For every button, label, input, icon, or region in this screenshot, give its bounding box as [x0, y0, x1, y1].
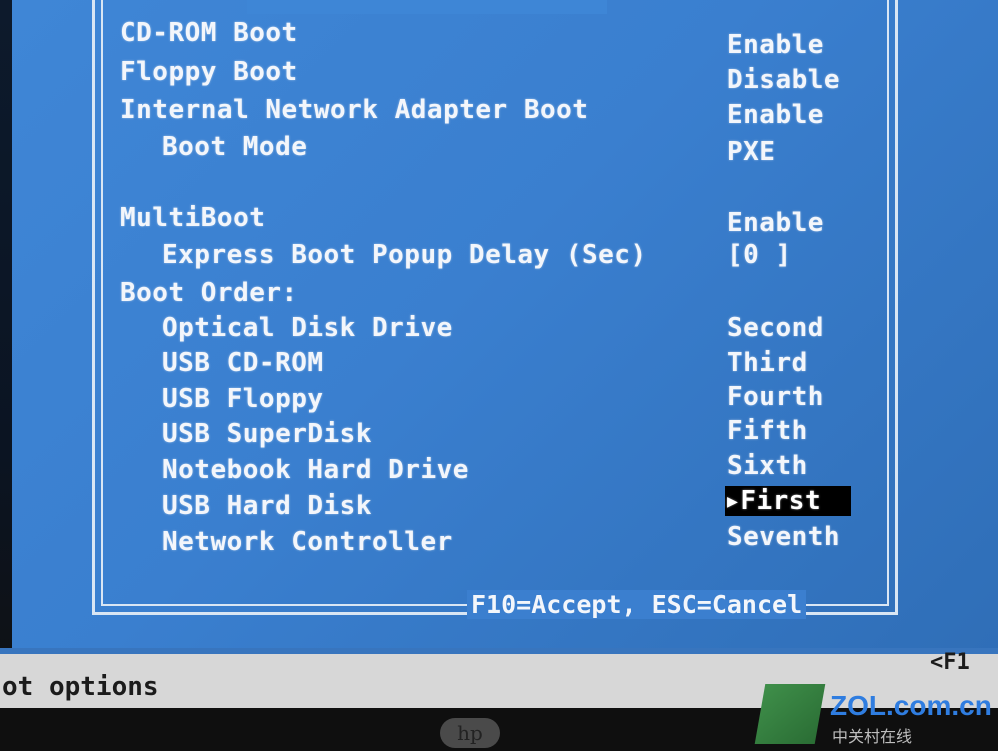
internal-network-adapter-boot-value[interactable]: Enable [727, 100, 824, 130]
network-controller-value[interactable]: Seventh [727, 522, 840, 552]
footer-keys-hint: F10=Accept, ESC=Cancel [467, 590, 807, 619]
boot-mode-value[interactable]: PXE [727, 137, 775, 167]
bios-screen: CD-ROM Boot Enable Floppy Boot Disable I… [12, 0, 998, 660]
usb-cdrom-label: USB CD-ROM [162, 348, 324, 378]
selection-arrow-icon: ▶ [727, 491, 739, 512]
cdrom-boot-value[interactable]: Enable [727, 30, 824, 60]
multiboot-label: MultiBoot [120, 203, 266, 233]
selected-value-highlight[interactable]: ▶First [725, 486, 852, 516]
internal-network-adapter-boot-label: Internal Network Adapter Boot [120, 95, 589, 125]
help-key-hint: <F1 [930, 650, 970, 675]
usb-floppy-value[interactable]: Fourth [727, 382, 824, 412]
zol-sub-text: 中关村在线 [832, 729, 913, 746]
usb-floppy-label: USB Floppy [162, 384, 324, 414]
network-controller-label: Network Controller [162, 527, 453, 557]
usb-hard-disk-value-text: First [740, 486, 822, 516]
zol-brand-text: ZOL.com.cn [830, 690, 992, 721]
usb-hard-disk-label: USB Hard Disk [162, 491, 372, 521]
zol-watermark: ZOL.com.cn 中关村在线 [754, 684, 998, 751]
hp-logo: hp [440, 718, 500, 748]
floppy-boot-value[interactable]: Disable [727, 65, 840, 95]
usb-cdrom-value[interactable]: Third [727, 348, 808, 378]
boot-order-heading: Boot Order: [120, 278, 298, 308]
express-boot-popup-delay-value[interactable]: [0 ] [727, 240, 792, 270]
floppy-boot-label: Floppy Boot [120, 57, 298, 87]
notebook-hard-drive-label: Notebook Hard Drive [162, 455, 469, 485]
notebook-hard-drive-value[interactable]: Sixth [727, 451, 808, 481]
zol-logo-icon [754, 684, 826, 744]
express-boot-popup-delay-label: Express Boot Popup Delay (Sec) [162, 240, 647, 270]
bios-top-obscured-text [247, 0, 607, 14]
usb-superdisk-label: USB SuperDisk [162, 419, 372, 449]
optical-disk-drive-label: Optical Disk Drive [162, 313, 453, 343]
optical-disk-drive-value[interactable]: Second [727, 313, 824, 343]
monitor-bezel: CD-ROM Boot Enable Floppy Boot Disable I… [0, 0, 998, 751]
usb-superdisk-value[interactable]: Fifth [727, 416, 808, 446]
cdrom-boot-label: CD-ROM Boot [120, 18, 298, 48]
multiboot-value[interactable]: Enable [727, 208, 824, 238]
boot-mode-label: Boot Mode [162, 132, 308, 162]
usb-hard-disk-value[interactable]: ▶First [725, 486, 852, 516]
status-text: ot options [2, 672, 159, 702]
